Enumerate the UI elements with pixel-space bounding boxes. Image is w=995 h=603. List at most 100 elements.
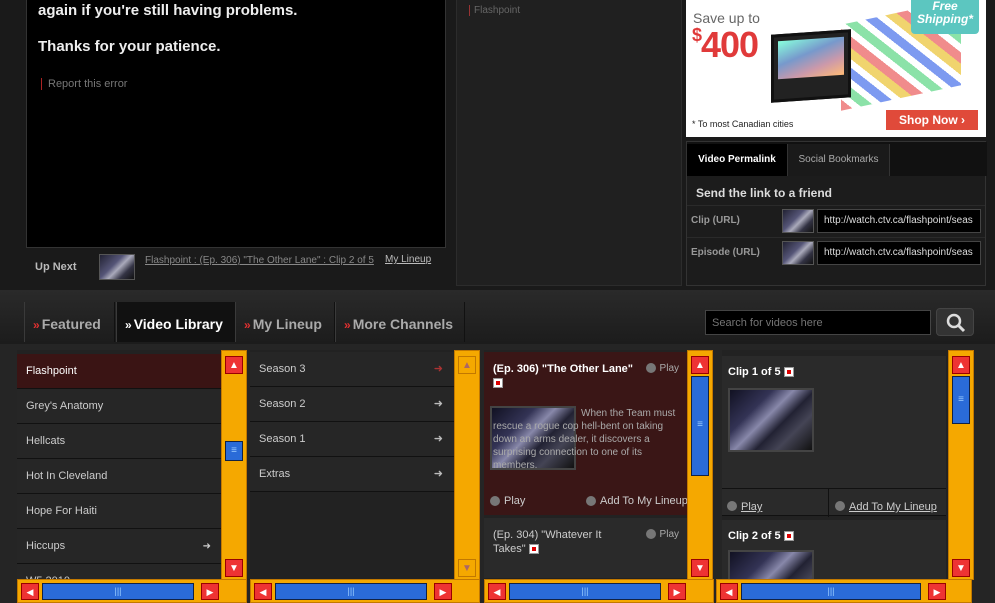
clips-list: Clip 1 of 5 Play Add To My Lineup Clip 2… (722, 350, 948, 603)
scroll-right-button[interactable]: ▶ (668, 583, 686, 600)
clip-thumbnail (782, 209, 814, 233)
add-to-lineup-button[interactable]: Add To My Lineup (586, 495, 688, 507)
flashpoint-label: Flashpoint (469, 5, 520, 16)
play-icon (645, 529, 656, 540)
scroll-thumb[interactable]: ≡ (691, 376, 709, 476)
list-item-show[interactable]: Hope For Haiti (17, 494, 223, 529)
scroll-right-button[interactable]: ▶ (928, 583, 946, 600)
add-to-lineup-button[interactable]: Add To My Lineup (828, 489, 937, 517)
seasons-horizontal-scrollbar[interactable]: ◀ ||| ▶ (250, 579, 480, 603)
scroll-thumb[interactable]: ||| (509, 583, 661, 600)
scroll-up-button[interactable]: ▲ (225, 356, 243, 374)
report-error-link[interactable]: Report this error (41, 78, 127, 90)
ad-shop-now-button[interactable]: Shop Now › (886, 110, 978, 130)
list-item-show[interactable]: Hot In Cleveland (17, 459, 223, 494)
search-input[interactable] (705, 310, 931, 335)
list-item-show[interactable]: Hiccups ➜ (17, 529, 223, 564)
my-lineup-link[interactable]: My Lineup (385, 254, 431, 265)
clip-url-row: Clip (URL) http://watch.ctv.ca/flashpoin… (687, 205, 985, 235)
scroll-right-button[interactable]: ▶ (201, 583, 219, 600)
arrow-right-icon: ➜ (202, 541, 211, 552)
play-button[interactable]: Play (490, 495, 525, 507)
scroll-left-button[interactable]: ◀ (21, 583, 39, 600)
episode-url-label: Episode (URL) (691, 247, 760, 258)
scroll-down-button[interactable]: ▼ (225, 559, 243, 577)
chevron-right-icon: » (344, 318, 351, 332)
scroll-up-button[interactable]: ▲ (952, 356, 970, 374)
list-item-show[interactable]: Flashpoint (17, 354, 223, 389)
scroll-up-button[interactable]: ▲ (691, 356, 709, 374)
up-next-thumbnail[interactable] (99, 254, 135, 280)
video-player[interactable]: again if you're still having problems. T… (26, 0, 446, 248)
list-item-season[interactable]: Season 2 ➜ (250, 387, 455, 422)
scroll-down-button[interactable]: ▼ (691, 559, 709, 577)
chevron-right-icon: » (33, 318, 40, 332)
episodes-horizontal-scrollbar[interactable]: ◀ ||| ▶ (484, 579, 714, 603)
episode-play-link[interactable]: Play (645, 363, 679, 374)
clips-vertical-scrollbar[interactable]: ▲ ≡ ▼ (948, 350, 974, 580)
list-item-season[interactable]: Season 1 ➜ (250, 422, 455, 457)
play-icon (490, 496, 500, 507)
episode-description: When the Team must rescue a rogue cop he… (493, 408, 676, 471)
scroll-up-button[interactable]: ▲ (458, 356, 476, 374)
share-tabs: Video Permalink Social Bookmarks (687, 142, 987, 176)
arrow-right-icon: ➜ (433, 398, 443, 410)
shows-horizontal-scrollbar[interactable]: ◀ ||| ▶ (17, 579, 247, 603)
play-icon (645, 363, 656, 374)
list-item-episode[interactable]: (Ep. 306) "The Other Lane" Play When the… (484, 352, 688, 515)
play-icon (727, 500, 737, 511)
tab-video-library[interactable]: » Video Library (116, 302, 235, 342)
scroll-thumb[interactable]: ||| (741, 583, 921, 600)
scroll-left-button[interactable]: ◀ (720, 583, 738, 600)
clip-title: Clip 1 of 5 (728, 366, 794, 378)
ad-price: $400 (692, 24, 759, 65)
advertisement-banner[interactable]: Save up to $400 Free Shipping* * To most… (686, 0, 986, 137)
scroll-right-button[interactable]: ▶ (434, 583, 452, 600)
canada-flag-icon (528, 544, 539, 555)
episode-title: (Ep. 304) "Whatever It Takes" (493, 529, 602, 555)
shows-vertical-scrollbar[interactable]: ▲ ≡ ▼ (221, 350, 247, 580)
clip-thumbnail[interactable] (728, 388, 814, 452)
episode-play-link[interactable]: Play (645, 529, 679, 540)
episode-thumbnail (782, 241, 814, 265)
scroll-thumb[interactable]: ≡ (225, 441, 243, 461)
seasons-vertical-scrollbar[interactable]: ▲ ▼ (454, 350, 480, 580)
clips-horizontal-scrollbar[interactable]: ◀ ||| ▶ (716, 579, 972, 603)
list-item-season[interactable]: Extras ➜ (250, 457, 455, 492)
up-next-title-link[interactable]: Flashpoint : (Ep. 306) "The Other Lane" … (145, 254, 375, 267)
scroll-thumb[interactable]: ≡ (952, 376, 970, 424)
tab-more-channels[interactable]: » More Channels (335, 302, 465, 342)
canada-flag-icon (783, 531, 794, 542)
tab-social-bookmarks[interactable]: Social Bookmarks (788, 144, 890, 176)
shows-list: Flashpoint Grey's Anatomy Hellcats Hot I… (17, 350, 223, 603)
up-next-bar: Up Next Flashpoint : (Ep. 306) "The Othe… (26, 248, 446, 286)
episode-url-row: Episode (URL) http://watch.ctv.ca/flashp… (687, 237, 985, 267)
list-item-clip[interactable]: Clip 1 of 5 Play Add To My Lineup (722, 356, 946, 517)
episode-title: (Ep. 306) "The Other Lane" (493, 362, 633, 390)
arrow-right-icon: ➜ (433, 363, 443, 375)
list-item-show[interactable]: Hellcats (17, 424, 223, 459)
search-icon (946, 313, 966, 333)
episodes-vertical-scrollbar[interactable]: ▲ ≡ ▼ (687, 350, 713, 580)
share-heading: Send the link to a friend (696, 186, 833, 200)
clip-url-field[interactable]: http://watch.ctv.ca/flashpoint/seas (817, 209, 981, 233)
list-item-show[interactable]: Grey's Anatomy (17, 389, 223, 424)
scroll-down-button[interactable]: ▼ (952, 559, 970, 577)
play-button[interactable]: Play (727, 497, 762, 515)
tab-video-permalink[interactable]: Video Permalink (687, 144, 788, 176)
scroll-down-button[interactable]: ▼ (458, 559, 476, 577)
middle-column: Flashpoint (456, 0, 682, 286)
scroll-thumb[interactable]: ||| (275, 583, 427, 600)
episode-url-field[interactable]: http://watch.ctv.ca/flashpoint/seas (817, 241, 981, 265)
list-item-season[interactable]: Season 3 ➜ (250, 352, 455, 387)
scroll-thumb[interactable]: ||| (42, 583, 194, 600)
scroll-left-button[interactable]: ◀ (488, 583, 506, 600)
tab-featured[interactable]: » Featured (24, 302, 115, 342)
scroll-left-button[interactable]: ◀ (254, 583, 272, 600)
list-item-episode[interactable]: (Ep. 304) "Whatever It Takes" Play (484, 518, 687, 578)
tab-my-lineup[interactable]: » My Lineup (235, 302, 335, 342)
search-button[interactable] (936, 308, 974, 336)
chevron-down-icon: » (125, 318, 132, 332)
ad-footnote: * To most Canadian cities (692, 119, 794, 129)
chevron-right-icon: » (244, 318, 251, 332)
